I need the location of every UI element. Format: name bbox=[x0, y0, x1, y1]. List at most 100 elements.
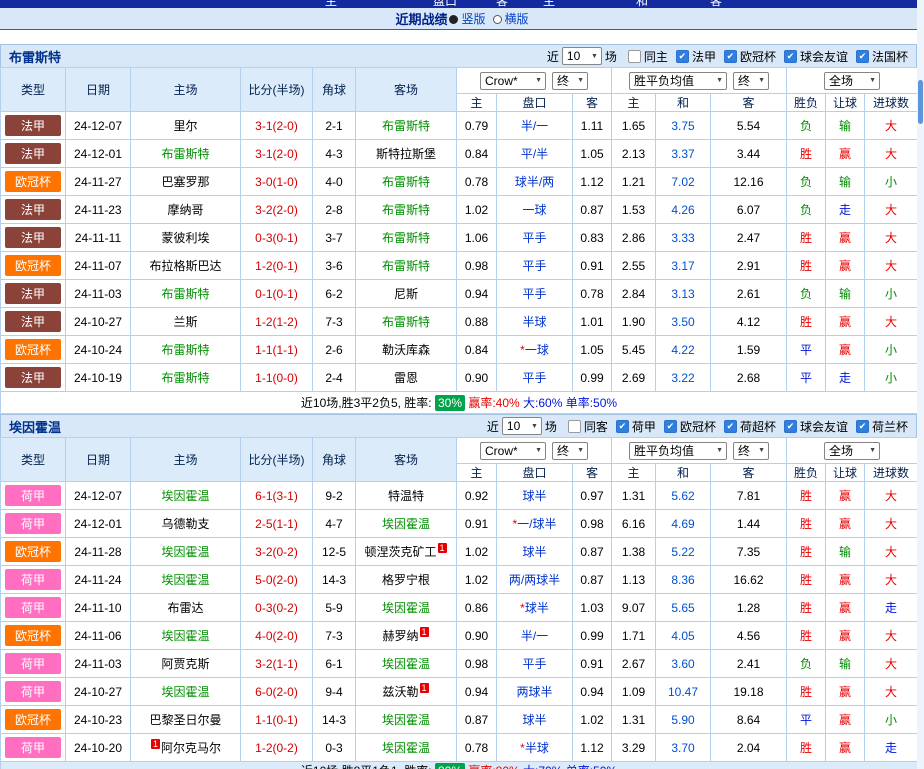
league-badge[interactable]: 荷甲 bbox=[5, 485, 61, 506]
team-name[interactable]: 阿尔克马尔 bbox=[161, 741, 221, 755]
league-filter-label[interactable]: 同主 bbox=[644, 48, 668, 65]
match-score[interactable]: 0-3(0-1) bbox=[240, 223, 313, 252]
team-name[interactable]: 乌德勒支 bbox=[161, 517, 209, 531]
match-score[interactable]: 5-0(2-0) bbox=[240, 565, 313, 594]
league-filter-checkbox[interactable]: ✔ bbox=[675, 49, 689, 63]
league-filter-checkbox[interactable]: ✔ bbox=[723, 419, 737, 433]
avg-type-select[interactable]: 胜平负均值 ▼ bbox=[629, 441, 728, 460]
match-score[interactable]: 6-1(3-1) bbox=[240, 481, 313, 510]
league-filter-checkbox[interactable] bbox=[567, 419, 581, 433]
team-name[interactable]: 尼斯 bbox=[394, 287, 418, 301]
team-name[interactable]: 蒙彼利埃 bbox=[161, 231, 209, 245]
match-score[interactable]: 3-2(2-0) bbox=[240, 195, 313, 224]
league-filter-label[interactable]: 同客 bbox=[584, 418, 608, 435]
match-score[interactable]: 3-2(0-2) bbox=[240, 537, 313, 566]
team-name[interactable]: 埃因霍温 bbox=[382, 657, 430, 671]
avg-final-select[interactable]: 终 ▼ bbox=[733, 71, 770, 90]
odds-source-select[interactable]: Crow* ▼ bbox=[480, 71, 546, 90]
games-count-select[interactable]: 10 ▼ bbox=[561, 47, 602, 65]
team-name[interactable]: 埃因霍温 bbox=[382, 517, 430, 531]
league-badge[interactable]: 欧冠杯 bbox=[5, 625, 61, 646]
avg-final-select[interactable]: 终 ▼ bbox=[733, 441, 770, 460]
league-filter-label[interactable]: 荷甲 bbox=[632, 418, 656, 435]
team-name[interactable]: 布雷达 bbox=[167, 601, 203, 615]
team-name[interactable]: 布雷斯特 bbox=[382, 259, 430, 273]
team-name[interactable]: 兰斯 bbox=[173, 315, 197, 329]
league-badge[interactable]: 法甲 bbox=[5, 115, 61, 136]
match-score[interactable]: 1-2(1-2) bbox=[240, 307, 313, 336]
league-filter-checkbox[interactable]: ✔ bbox=[855, 49, 869, 63]
team-name[interactable]: 埃因霍温 bbox=[161, 489, 209, 503]
league-filter-label[interactable]: 球会友谊 bbox=[800, 48, 848, 65]
league-badge[interactable]: 荷甲 bbox=[5, 569, 61, 590]
league-filter-checkbox[interactable]: ✔ bbox=[855, 419, 869, 433]
view-mode-radio[interactable] bbox=[449, 15, 459, 24]
team-name[interactable]: 巴黎圣日尔曼 bbox=[149, 713, 221, 727]
match-score[interactable]: 1-2(0-2) bbox=[240, 733, 313, 762]
scope-select[interactable]: 全场 ▼ bbox=[824, 441, 881, 460]
view-mode-label[interactable]: 竖版 bbox=[461, 12, 485, 26]
avg-type-select[interactable]: 胜平负均值 ▼ bbox=[629, 71, 728, 90]
team-name[interactable]: 布拉格斯巴达 bbox=[149, 259, 221, 273]
team-name[interactable]: 布雷斯特 bbox=[161, 343, 209, 357]
match-score[interactable]: 0-1(0-1) bbox=[240, 279, 313, 308]
league-badge[interactable]: 荷甲 bbox=[5, 653, 61, 674]
team-name[interactable]: 赫罗纳 bbox=[382, 629, 418, 643]
team-name[interactable]: 巴塞罗那 bbox=[161, 175, 209, 189]
league-badge[interactable]: 荷甲 bbox=[5, 681, 61, 702]
league-filter-checkbox[interactable]: ✔ bbox=[615, 419, 629, 433]
league-badge[interactable]: 法甲 bbox=[5, 311, 61, 332]
team-name[interactable]: 布雷斯特 bbox=[161, 371, 209, 385]
league-filter-checkbox[interactable]: ✔ bbox=[723, 49, 737, 63]
team-name[interactable]: 兹沃勒 bbox=[382, 685, 418, 699]
team-name[interactable]: 布雷斯特 bbox=[382, 175, 430, 189]
team-name[interactable]: 埃因霍温 bbox=[161, 685, 209, 699]
league-filter-label[interactable]: 荷超杯 bbox=[740, 418, 776, 435]
league-filter-checkbox[interactable]: ✔ bbox=[783, 419, 797, 433]
team-name[interactable]: 雷恩 bbox=[394, 371, 418, 385]
match-score[interactable]: 3-2(1-1) bbox=[240, 649, 313, 678]
league-filter-label[interactable]: 法国杯 bbox=[872, 48, 908, 65]
match-score[interactable]: 1-1(0-1) bbox=[240, 705, 313, 734]
match-score[interactable]: 4-0(2-0) bbox=[240, 621, 313, 650]
team-name[interactable]: 勒沃库森 bbox=[382, 343, 430, 357]
scrollbar-thumb[interactable] bbox=[918, 80, 923, 124]
league-filter-checkbox[interactable]: ✔ bbox=[663, 419, 677, 433]
league-badge[interactable]: 法甲 bbox=[5, 367, 61, 388]
team-name[interactable]: 布雷斯特 bbox=[382, 119, 430, 133]
match-score[interactable]: 0-3(0-2) bbox=[240, 593, 313, 622]
league-badge[interactable]: 欧冠杯 bbox=[5, 339, 61, 360]
team-name[interactable]: 格罗宁根 bbox=[382, 573, 430, 587]
league-badge[interactable]: 法甲 bbox=[5, 143, 61, 164]
scope-select[interactable]: 全场 ▼ bbox=[824, 71, 881, 90]
league-badge[interactable]: 欧冠杯 bbox=[5, 541, 61, 562]
team-name[interactable]: 阿贾克斯 bbox=[161, 657, 209, 671]
team-name[interactable]: 埃因霍温 bbox=[382, 601, 430, 615]
match-score[interactable]: 1-2(0-1) bbox=[240, 251, 313, 280]
league-badge[interactable]: 法甲 bbox=[5, 199, 61, 220]
league-badge[interactable]: 欧冠杯 bbox=[5, 255, 61, 276]
odds-final-select[interactable]: 终 ▼ bbox=[552, 71, 588, 90]
league-badge[interactable]: 法甲 bbox=[5, 227, 61, 248]
league-filter-label[interactable]: 荷兰杯 bbox=[872, 418, 908, 435]
team-name[interactable]: 埃因霍温 bbox=[382, 741, 430, 755]
team-name[interactable]: 里尔 bbox=[173, 119, 197, 133]
match-score[interactable]: 3-1(2-0) bbox=[240, 111, 313, 140]
team-name[interactable]: 顿涅茨克矿工 bbox=[364, 545, 436, 559]
team-name[interactable]: 特温特 bbox=[388, 489, 424, 503]
league-badge[interactable]: 法甲 bbox=[5, 283, 61, 304]
team-name[interactable]: 布雷斯特 bbox=[161, 287, 209, 301]
team-name[interactable]: 布雷斯特 bbox=[161, 147, 209, 161]
league-badge[interactable]: 荷甲 bbox=[5, 737, 61, 758]
league-filter-label[interactable]: 欧冠杯 bbox=[680, 418, 716, 435]
league-filter-label[interactable]: 法甲 bbox=[692, 48, 716, 65]
team-name[interactable]: 布雷斯特 bbox=[382, 231, 430, 245]
view-mode-label[interactable]: 横版 bbox=[505, 12, 529, 26]
match-score[interactable]: 1-1(0-0) bbox=[240, 363, 313, 392]
team-name[interactable]: 埃因霍温 bbox=[382, 713, 430, 727]
league-filter-label[interactable]: 欧冠杯 bbox=[740, 48, 776, 65]
match-score[interactable]: 6-0(2-0) bbox=[240, 677, 313, 706]
team-name[interactable]: 摩纳哥 bbox=[167, 203, 203, 217]
odds-final-select[interactable]: 终 ▼ bbox=[552, 441, 588, 460]
team-name[interactable]: 埃因霍温 bbox=[161, 545, 209, 559]
